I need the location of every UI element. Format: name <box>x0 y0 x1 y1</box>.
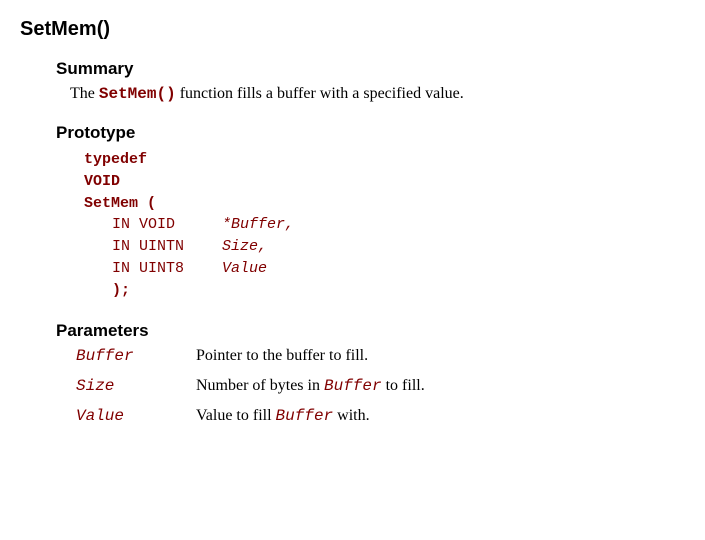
proto-arg-type: IN VOID <box>112 214 222 236</box>
param-name: Size <box>76 377 196 395</box>
param-name: Buffer <box>76 347 196 365</box>
proto-return: VOID <box>84 173 120 190</box>
param-desc-post: with. <box>333 407 369 424</box>
summary-post: function fills a buffer with a specified… <box>176 85 464 102</box>
summary-code: SetMem() <box>99 85 176 103</box>
proto-arg-row: IN UINTNSize, <box>84 236 685 258</box>
proto-arg-type: IN UINTN <box>112 236 222 258</box>
summary-heading: Summary <box>56 59 685 79</box>
proto-arg-type: IN UINT8 <box>112 258 222 280</box>
param-row: Size Number of bytes in Buffer to fill. <box>76 377 685 395</box>
param-desc-pre: Number of bytes in <box>196 377 324 394</box>
param-row: Value Value to fill Buffer with. <box>76 407 685 425</box>
parameters-list: Buffer Pointer to the buffer to fill. Si… <box>76 347 685 425</box>
param-desc-post: to fill. <box>382 377 425 394</box>
summary-text: The SetMem() function fills a buffer wit… <box>70 85 685 103</box>
proto-close: ); <box>112 282 130 299</box>
parameters-heading: Parameters <box>56 321 685 341</box>
param-desc-code: Buffer <box>324 377 382 395</box>
page-title: SetMem() <box>20 18 685 41</box>
proto-arg-name: *Buffer, <box>222 216 294 233</box>
param-desc: Value to fill Buffer with. <box>196 407 370 425</box>
param-desc-pre: Pointer to the buffer to fill. <box>196 347 368 364</box>
prototype-heading: Prototype <box>56 123 685 143</box>
proto-arg-row: IN UINT8Value <box>84 258 685 280</box>
param-row: Buffer Pointer to the buffer to fill. <box>76 347 685 365</box>
param-desc-pre: Value to fill <box>196 407 276 424</box>
prototype-section: Prototype typedef VOID SetMem ( IN VOID*… <box>56 123 685 301</box>
summary-pre: The <box>70 85 99 102</box>
param-name: Value <box>76 407 196 425</box>
param-desc: Pointer to the buffer to fill. <box>196 347 368 365</box>
prototype-code: typedef VOID SetMem ( IN VOID*Buffer, IN… <box>84 149 685 301</box>
param-desc: Number of bytes in Buffer to fill. <box>196 377 425 395</box>
proto-arg-row: IN VOID*Buffer, <box>84 214 685 236</box>
proto-arg-name: Size, <box>222 238 267 255</box>
proto-typedef: typedef <box>84 151 147 168</box>
proto-arg-name: Value <box>222 260 267 277</box>
param-desc-code: Buffer <box>276 407 334 425</box>
parameters-section: Parameters Buffer Pointer to the buffer … <box>56 321 685 425</box>
proto-fnname: SetMem ( <box>84 195 156 212</box>
summary-section: Summary The SetMem() function fills a bu… <box>56 59 685 103</box>
